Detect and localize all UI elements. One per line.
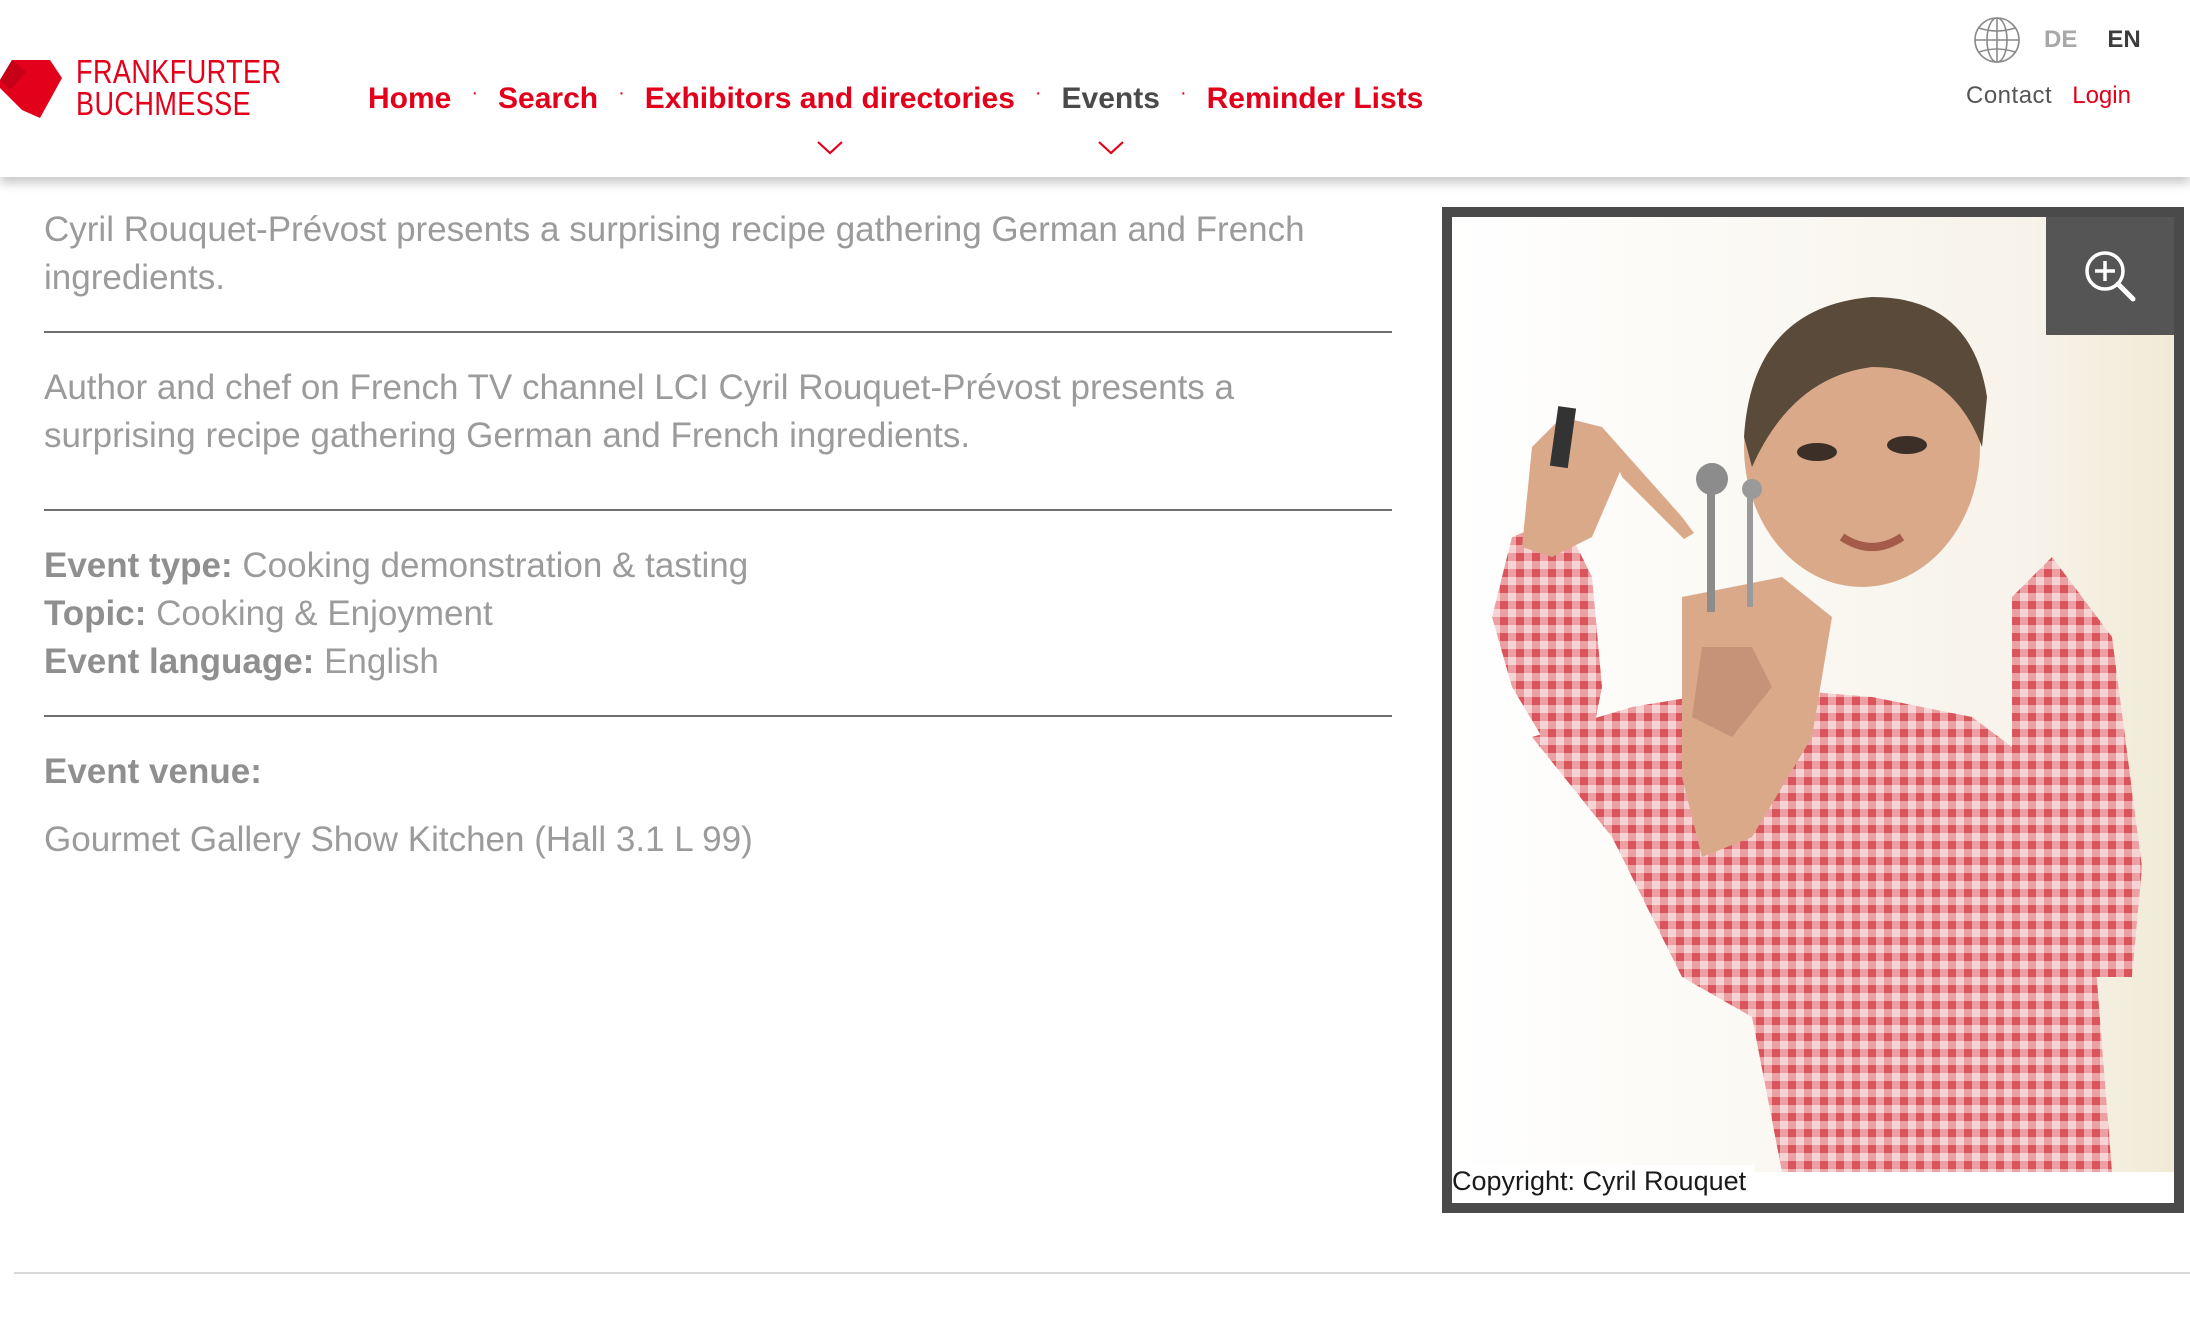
globe-icon	[1974, 17, 2020, 63]
divider	[44, 715, 1392, 717]
event-type-row: Event type: Cooking demonstration & tast…	[44, 542, 748, 590]
chevron-down-icon[interactable]	[816, 140, 844, 156]
event-image-frame: Copyright: Cyril Rouquet	[1442, 207, 2184, 1213]
language-en[interactable]: EN	[2107, 26, 2140, 54]
topic-label: Topic:	[44, 594, 147, 633]
language-switcher: DE EN	[1972, 15, 2141, 65]
event-language-value: English	[324, 642, 439, 681]
nav-events[interactable]: Events	[1061, 82, 1160, 155]
logo-wordmark: FRANKFURTER BUCHMESSE	[76, 53, 282, 122]
nav-separator: ·	[1034, 81, 1042, 104]
zoom-in-icon	[2085, 251, 2136, 302]
event-type-label: Event type:	[44, 546, 233, 585]
image-caption: Copyright: Cyril Rouquet	[1452, 1165, 1755, 1197]
footer-divider	[14, 1272, 2190, 1274]
nav-exhibitors-label: Exhibitors and directories	[644, 82, 1015, 115]
nav-search[interactable]: Search	[498, 82, 598, 116]
nav-reminder-lists[interactable]: Reminder Lists	[1207, 82, 1424, 116]
event-venue-value: Gourmet Gallery Show Kitchen (Hall 3.1 L…	[44, 820, 753, 859]
language-de[interactable]: DE	[2044, 26, 2077, 54]
chef-photo[interactable]	[1452, 217, 2174, 1172]
nav-separator: ·	[618, 81, 625, 104]
nav-search-label: Search	[498, 82, 599, 115]
event-language-label: Event language:	[44, 642, 315, 681]
main-nav: Home · Search · Exhibitors and directori…	[368, 76, 1424, 155]
event-venue-label: Event venue:	[44, 752, 262, 791]
nav-reminder-lists-label: Reminder Lists	[1206, 82, 1424, 115]
utility-links: Contact Login	[1966, 82, 2131, 110]
event-description: Author and chef on French TV channel LCI…	[44, 368, 1234, 455]
nav-home[interactable]: Home	[368, 82, 451, 116]
chevron-down-icon[interactable]	[1097, 140, 1125, 156]
event-details: Event type: Cooking demonstration & tast…	[44, 542, 748, 686]
topic-value: Cooking & Enjoyment	[156, 594, 493, 633]
event-language-row: Event language: English	[44, 638, 748, 686]
topic-row: Topic: Cooking & Enjoyment	[44, 590, 748, 638]
nav-home-label: Home	[368, 82, 452, 115]
event-detail: Cyril Rouquet-Prévost presents a surpris…	[44, 200, 1392, 859]
nav-events-label: Events	[1061, 82, 1160, 115]
book-mark-icon	[0, 60, 62, 118]
logo-line-2: BUCHMESSE	[76, 85, 252, 122]
divider	[44, 509, 1392, 511]
logo-line-1: FRANKFURTER	[76, 53, 282, 90]
login-link[interactable]: Login	[2072, 82, 2131, 110]
nav-exhibitors-and-directories[interactable]: Exhibitors and directories	[644, 82, 1015, 155]
site-header: FRANKFURTER BUCHMESSE Home · Search · Ex…	[0, 0, 2190, 177]
event-type-value: Cooking demonstration & tasting	[242, 546, 749, 585]
event-summary: Cyril Rouquet-Prévost presents a surpris…	[44, 210, 1305, 297]
nav-separator: ·	[1179, 81, 1187, 104]
divider	[44, 331, 1392, 333]
nav-separator: ·	[471, 81, 479, 104]
frankfurter-buchmesse-logo[interactable]: FRANKFURTER BUCHMESSE	[0, 53, 282, 122]
zoom-button[interactable]	[2046, 217, 2174, 335]
event-image-container: Copyright: Cyril Rouquet	[1452, 217, 2174, 1203]
contact-link[interactable]: Contact	[1966, 82, 2052, 110]
